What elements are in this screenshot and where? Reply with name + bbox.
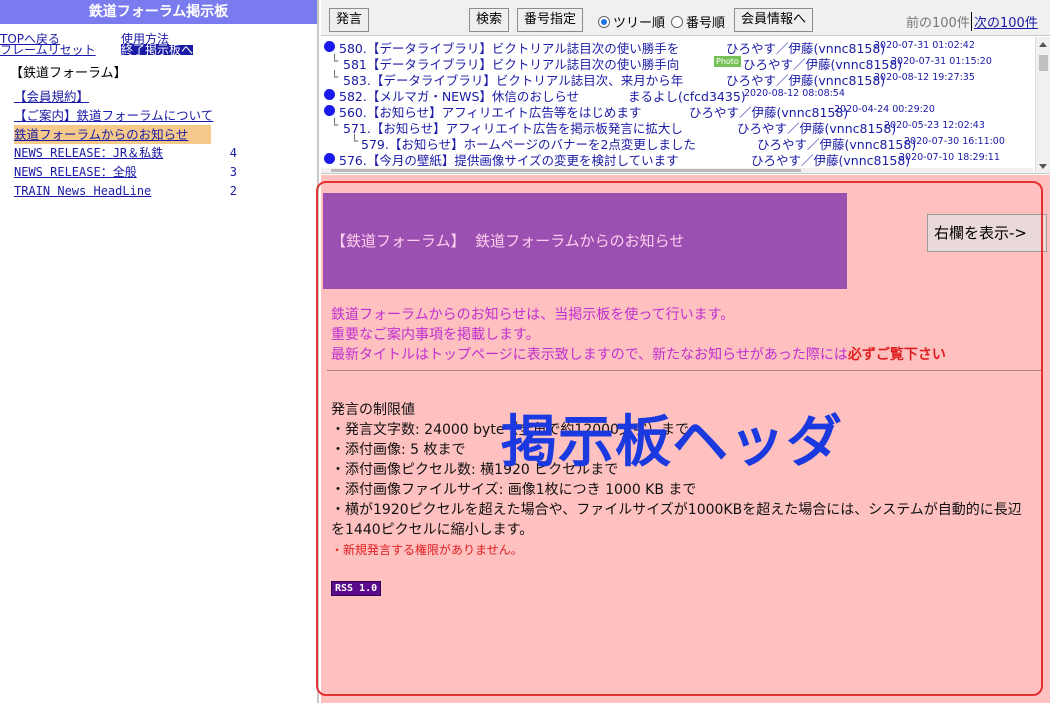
board-toolbar: 発言 検索 番号指定 ツリー順 番号順 会員情報へ 前の100件 次の100件 <box>321 0 1050 36</box>
scroll-up-icon[interactable] <box>1039 42 1047 47</box>
scrollbar-thumb[interactable] <box>1039 55 1048 71</box>
thread-row[interactable]: 582.【メルマガ・NEWS】休信のおしらせ まるよし(cfcd3435) 20… <box>321 86 1033 104</box>
left-frame: 鉄道フォーラム掲示板 TOPへ戻る 使用方法 フレームリセット 終了掲示板へ 【… <box>0 0 319 703</box>
thread-row[interactable]: 560.【お知らせ】アフィリエイト広告等をはじめます ひろやす／伊藤(vnnc8… <box>321 102 1033 120</box>
thread-row[interactable]: 576.【今月の壁紙】提供画像サイズの変更を検討しています ひろやす／伊藤(vn… <box>321 150 1033 169</box>
post-button[interactable]: 発言 <box>329 8 370 32</box>
menu-item-about[interactable]: 【ご案内】鉄道フォーラムについて <box>14 106 239 125</box>
thread-date: 2020-08-12 19:27:35 <box>874 72 975 83</box>
exit-board-link[interactable]: 終了掲示板へ <box>121 44 194 56</box>
intro-line-text: 最新タイトルはトップページに表示致しますので、新たなお知らせがあった際には <box>331 347 848 363</box>
header-board-title: 鉄道フォーラムからのお知らせ <box>475 232 685 250</box>
radio-unselected-icon <box>671 15 683 28</box>
menu-item-terms[interactable]: 【会員規約】 <box>14 87 239 106</box>
prev-100-label: 前の100件 <box>906 16 970 31</box>
board-header-banner: 【鉄道フォーラム】 鉄道フォーラムからのお知らせ <box>323 193 847 289</box>
frame-reset-link[interactable]: フレームリセット <box>0 44 96 56</box>
tree-branch-icon: └ <box>331 118 339 132</box>
tree-branch-icon: └ <box>351 134 359 148</box>
thread-title[interactable]: 576.【今月の壁紙】提供画像サイズの変更を検討しています <box>339 150 679 169</box>
menu-item-label: NEWS RELEASE：JR＆私鉄 <box>14 146 164 160</box>
number-select-button[interactable]: 番号指定 <box>517 8 584 32</box>
menu-item-label: NEWS RELEASE：全般 <box>14 165 137 179</box>
horizontal-scrollbar[interactable] <box>321 168 1033 173</box>
menu-item-label: 【ご案内】鉄道フォーラムについて <box>14 108 214 123</box>
menu-item-announcements[interactable]: 鉄道フォーラムからのお知らせ <box>14 125 211 144</box>
tree-order-radio[interactable]: ツリー順 <box>598 12 665 31</box>
limit-item: ・横が1920ピクセルを超えた場合や、ファイルサイズが1000KBを超えた場合に… <box>331 502 1022 518</box>
menu-item-news-general[interactable]: NEWS RELEASE：全般 3 <box>14 163 239 182</box>
menu-item-count: 2 <box>229 184 237 198</box>
thread-date: 2020-07-31 01:02:42 <box>874 40 975 51</box>
menu-item-label: 鉄道フォーラムからのお知らせ <box>14 127 189 142</box>
thread-date: 2020-07-31 01:15:20 <box>891 56 992 67</box>
thread-row[interactable]: └ 571.【お知らせ】アフィリエイト広告を掲示板発言に拡大し ひろやす／伊藤(… <box>321 118 1033 136</box>
thread-root-bullet-icon <box>324 105 335 116</box>
menu-item-count: 4 <box>229 146 237 160</box>
radio-label: ツリー順 <box>613 16 666 31</box>
radio-label: 番号順 <box>686 16 726 31</box>
rss-badge[interactable]: RSS 1.0 <box>331 581 382 596</box>
thread-root-bullet-icon <box>324 89 335 100</box>
board-group-name: 【鉄道フォーラム】 <box>10 66 127 81</box>
thread-date: 2020-07-30 16:11:00 <box>904 136 1005 147</box>
search-button[interactable]: 検索 <box>469 8 510 32</box>
thread-row[interactable]: 580.【データライブラリ】ビクトリアル誌目次の使い勝手を ひろやす／伊藤(vn… <box>321 38 1033 56</box>
thread-date: 2020-07-10 18:29:11 <box>899 152 1000 163</box>
thread-row[interactable]: └ 583.【データライブラリ】ビクトリアル誌目次、来月から年 ひろやす／伊藤(… <box>321 70 1033 88</box>
menu-item-news-jr[interactable]: NEWS RELEASE：JR＆私鉄 4 <box>14 144 239 163</box>
limit-item: を1440ピクセルに縮小します。 <box>331 522 534 538</box>
thread-date: 2020-05-23 12:02:43 <box>884 120 985 131</box>
menu-item-headline[interactable]: TRAIN News HeadLine 2 <box>14 182 239 201</box>
photo-badge: Photo <box>714 56 741 67</box>
vertical-scrollbar[interactable] <box>1035 37 1050 173</box>
show-right-column-button[interactable]: 右欄を表示-> <box>927 214 1047 252</box>
member-info-button[interactable]: 会員情報へ <box>734 8 814 32</box>
thread-root-bullet-icon <box>324 153 335 164</box>
thread-date: 2020-04-24 00:29:20 <box>834 104 935 115</box>
scrollbar-thumb[interactable] <box>331 169 801 172</box>
intro-line: 重要なご案内事項を掲載します。 <box>331 327 540 343</box>
menu-item-label: 【会員規約】 <box>14 89 90 104</box>
menu-item-count: 3 <box>229 165 237 179</box>
left-nav-links: TOPへ戻る 使用方法 フレームリセット 終了掲示板へ <box>0 24 317 56</box>
tree-branch-icon: └ <box>331 54 339 68</box>
board-site-title: 鉄道フォーラム掲示板 <box>0 0 317 24</box>
thread-date: 2020-08-12 08:08:54 <box>744 88 845 99</box>
thread-row[interactable]: └ 581【データライブラリ】ビクトリアル誌目次の使い勝手向 Photo ひろや… <box>321 54 1033 72</box>
board-menu: 【会員規約】 【ご案内】鉄道フォーラムについて 鉄道フォーラムからのお知らせ N… <box>14 87 317 201</box>
intro-text: 鉄道フォーラムからのお知らせは、当掲示板を使って行います。 重要なご案内事項を掲… <box>331 305 946 365</box>
tree-branch-icon: └ <box>331 70 339 84</box>
header-board-name: 【鉄道フォーラム】 <box>331 232 466 250</box>
thread-root-bullet-icon <box>324 41 335 52</box>
intro-line: 鉄道フォーラムからのお知らせは、当掲示板を使って行います。 <box>331 307 735 323</box>
menu-item-label: TRAIN News HeadLine <box>14 184 152 198</box>
board-header-overlay-label: 掲示板ヘッダ <box>501 410 843 475</box>
limit-item: ・添付画像ファイルサイズ: 画像1枚につき 1000 KB まで <box>331 482 697 498</box>
thread-list: 580.【データライブラリ】ビクトリアル誌目次の使い勝手を ひろやす／伊藤(vn… <box>321 37 1050 174</box>
no-post-permission-notice: ・新規発言する権限がありません。 <box>331 543 523 557</box>
thread-author: ひろやす／伊藤(vnnc8158) <box>751 153 911 168</box>
next-100-link[interactable]: 次の100件 <box>971 12 1038 31</box>
intro-emphasis: 必ずご覧下さい <box>847 347 946 363</box>
section-divider <box>327 370 1041 371</box>
scroll-down-icon[interactable] <box>1039 164 1047 169</box>
radio-selected-icon <box>598 15 610 28</box>
thread-row[interactable]: └ 579.【お知らせ】ホームページのバナーを2点変更しました ひろやす／伊藤(… <box>321 134 1033 152</box>
number-order-radio[interactable]: 番号順 <box>671 12 725 31</box>
intro-line: 最新タイトルはトップページに表示致しますので、新たなお知らせがあった際には必ずご… <box>331 345 946 365</box>
board-header-panel: 【鉄道フォーラム】 鉄道フォーラムからのお知らせ 右欄を表示-> 鉄道フォーラム… <box>321 175 1050 703</box>
